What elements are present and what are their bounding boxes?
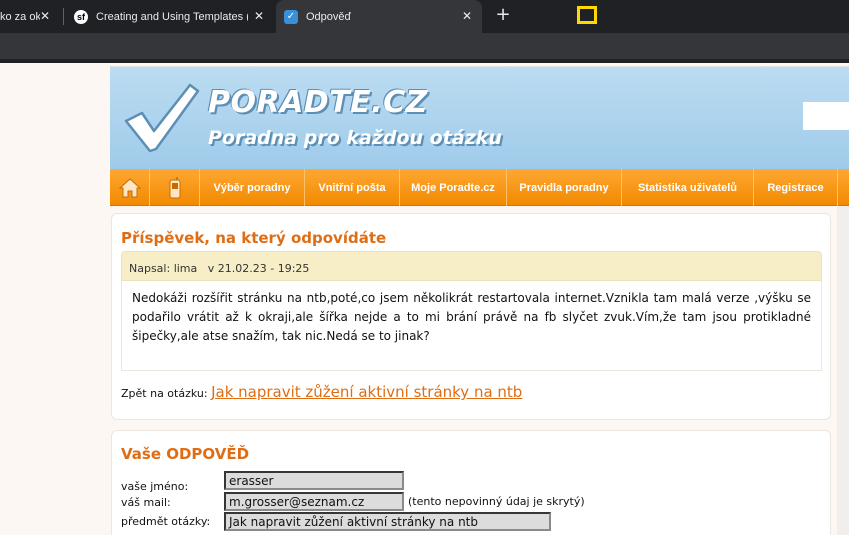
name-label: vaše jméno: — [121, 480, 189, 493]
tab-2[interactable]: sf Creating and Using Templates (Sy ✕ — [66, 0, 274, 33]
scrollbar[interactable] — [837, 206, 849, 535]
tab-1[interactable]: ko za ok ✕ — [0, 0, 60, 33]
site-header: PORADTE.CZ Poradna pro každou otázku — [110, 66, 849, 169]
nav-item-vyber-poradny[interactable]: Výběr poradny — [200, 169, 305, 206]
name-field[interactable]: erasser — [224, 471, 404, 490]
symfony-icon: sf — [74, 9, 88, 24]
tab-title: Odpověď — [306, 10, 352, 23]
author-name[interactable]: lima — [174, 262, 198, 275]
back-to-question-link[interactable]: Jak napravit zůžení aktivní stránky na n… — [211, 383, 522, 401]
back-label: Zpět na otázku: — [121, 387, 208, 400]
tab-title: ko za ok — [0, 10, 40, 23]
home-icon[interactable] — [110, 169, 150, 206]
search-box[interactable] — [803, 102, 849, 130]
nav-item-pravidla-poradny[interactable]: Pravidla poradny — [507, 169, 622, 206]
nav-item-vnitrni-posta[interactable]: Vnitřní pošta — [305, 169, 400, 206]
author-label: Napsal: — [129, 262, 171, 275]
address-bar[interactable] — [0, 33, 849, 59]
post-body: Nedokáži rozšířit stránku na ntb,poté,co… — [121, 281, 822, 371]
answer-card: Vaše ODPOVĚĎ vaše jméno: erasser váš mai… — [111, 430, 831, 535]
tab-title: Creating and Using Templates (Sy — [96, 10, 248, 23]
mail-label: váš mail: — [121, 496, 171, 509]
nav-item-moje-poradte[interactable]: Moje Poradte.cz — [400, 169, 507, 206]
post-card: Příspěvek, na který odpovídáte Napsal: l… — [111, 213, 831, 420]
tab-3[interactable]: ✓ Odpověď ✕ — [276, 0, 482, 33]
mail-note: (tento nepovinný údaj je skrytý) — [408, 495, 585, 508]
back-row: Zpět na otázku: Jak napravit zůžení akti… — [121, 383, 522, 401]
tab-bar: ko za ok ✕ sf Creating and Using Templat… — [0, 0, 849, 33]
subject-field[interactable]: Jak napravit zůžení aktivní stránky na n… — [224, 512, 551, 531]
close-icon[interactable]: ✕ — [460, 9, 474, 23]
close-icon[interactable]: ✕ — [38, 9, 52, 23]
site-logo-subtitle: Poradna pro každou otázku — [208, 127, 502, 149]
checkmark-icon: ✓ — [284, 9, 298, 24]
main-nav: Výběr poradny Vnitřní pošta Moje Poradte… — [110, 169, 849, 206]
answer-heading: Vaše ODPOVĚĎ — [121, 445, 250, 463]
new-tab-button[interactable]: + — [494, 6, 512, 24]
email-field[interactable]: m.grosser@seznam.cz — [224, 492, 404, 511]
highlight-square — [577, 6, 597, 24]
close-icon[interactable]: ✕ — [252, 9, 266, 23]
nav-item-registrace[interactable]: Registrace — [754, 169, 838, 206]
checkmark-logo-icon[interactable] — [120, 77, 200, 157]
author-bar: Napsal: lima v 21.02.23 - 19:25 — [121, 251, 822, 281]
nav-item-statistika-uzivatelu[interactable]: Statistika uživatelů — [622, 169, 754, 206]
site-logo-title[interactable]: PORADTE.CZ — [208, 85, 428, 120]
subject-label: předmět otázky: — [121, 515, 211, 528]
post-date: v 21.02.23 - 19:25 — [207, 262, 310, 275]
post-heading: Příspěvek, na který odpovídáte — [121, 229, 387, 247]
mobile-icon[interactable] — [150, 169, 200, 206]
